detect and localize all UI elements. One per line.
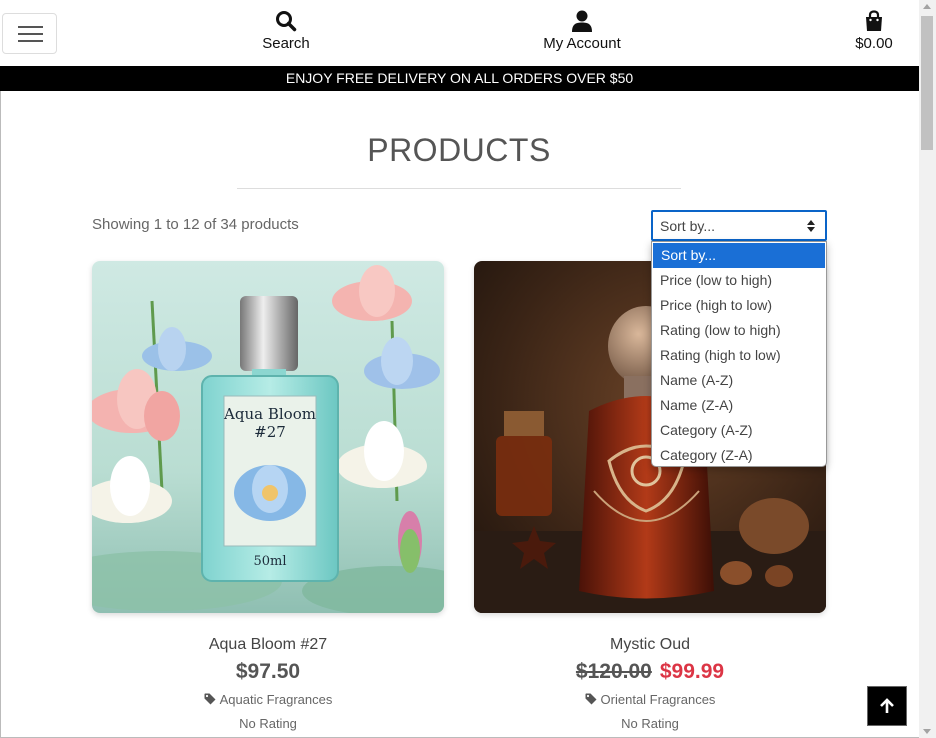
my-account-nav-button[interactable]: My Account: [536, 10, 628, 52]
search-icon: [276, 11, 297, 32]
product-price: $97.50: [92, 660, 444, 684]
sort-option[interactable]: Sort by...: [653, 243, 825, 268]
search-nav-label: Search: [262, 35, 310, 52]
current-price: $97.50: [235, 660, 301, 683]
bottle-size-text: 50ml: [253, 554, 286, 569]
user-icon: [572, 10, 592, 32]
bottle-label-text: Aqua Bloom: [223, 405, 316, 423]
site-header: Search My Account $0.00: [0, 0, 919, 66]
search-nav-button[interactable]: Search: [258, 10, 314, 52]
sort-option[interactable]: Price (high to low): [652, 293, 826, 318]
shopping-bag-icon: [866, 10, 882, 31]
sort-option[interactable]: Rating (low to high): [652, 318, 826, 343]
page-scrollbar[interactable]: [919, 0, 936, 738]
product-category-link[interactable]: Aquatic Fragrances: [92, 692, 444, 707]
sort-option[interactable]: Price (low to high): [652, 268, 826, 293]
product-name[interactable]: Aqua Bloom #27: [92, 636, 444, 654]
my-account-nav-label: My Account: [543, 35, 621, 52]
sort-option[interactable]: Name (A-Z): [652, 368, 826, 393]
page-title: PRODUCTS: [367, 132, 551, 168]
scrollbar-thumb[interactable]: [921, 16, 933, 150]
cart-total: $0.00: [855, 35, 893, 52]
product-name[interactable]: Mystic Oud: [474, 636, 826, 654]
sort-option[interactable]: Rating (high to low): [652, 343, 826, 368]
hamburger-icon: [18, 26, 43, 28]
sort-option[interactable]: Category (Z-A): [652, 443, 826, 468]
sort-select[interactable]: Sort by...: [651, 210, 827, 241]
product-count: Showing 1 to 12 of 34 products: [92, 216, 299, 233]
product-category: Aquatic Fragrances: [219, 692, 333, 707]
sort-option[interactable]: Name (Z-A): [652, 393, 826, 418]
product-category-link[interactable]: Oriental Fragrances: [474, 692, 826, 707]
tag-icon: [585, 693, 597, 705]
select-arrows-icon: [807, 220, 815, 232]
scroll-up-arrow-icon[interactable]: [923, 4, 931, 9]
product-rating: No Rating: [239, 716, 297, 731]
tag-icon: [204, 693, 216, 705]
cart-nav-button[interactable]: $0.00: [848, 10, 900, 52]
delivery-banner: ENJOY FREE DELIVERY ON ALL ORDERS OVER $…: [0, 66, 919, 91]
product-price: $120.00 $99.99: [474, 660, 826, 684]
product-category: Oriental Fragrances: [600, 692, 716, 707]
arrow-up-icon: [880, 698, 894, 713]
original-price: $120.00: [575, 660, 652, 683]
menu-toggle-button[interactable]: [2, 13, 57, 54]
scroll-down-arrow-icon[interactable]: [923, 729, 931, 734]
sort-option[interactable]: Category (A-Z): [652, 418, 826, 443]
sort-selected-value: Sort by...: [660, 218, 715, 234]
aqua-bloom-image: Aqua Bloom #27 50ml: [92, 261, 444, 613]
product-image[interactable]: Aqua Bloom #27 50ml: [92, 261, 444, 613]
title-divider: [237, 188, 681, 189]
back-to-top-button[interactable]: [867, 686, 907, 726]
product-rating: No Rating: [621, 716, 679, 731]
sale-price: $99.99: [659, 660, 725, 683]
bottle-label-number: #27: [254, 423, 286, 441]
sort-dropdown-list: Sort by... Price (low to high) Price (hi…: [651, 241, 827, 467]
